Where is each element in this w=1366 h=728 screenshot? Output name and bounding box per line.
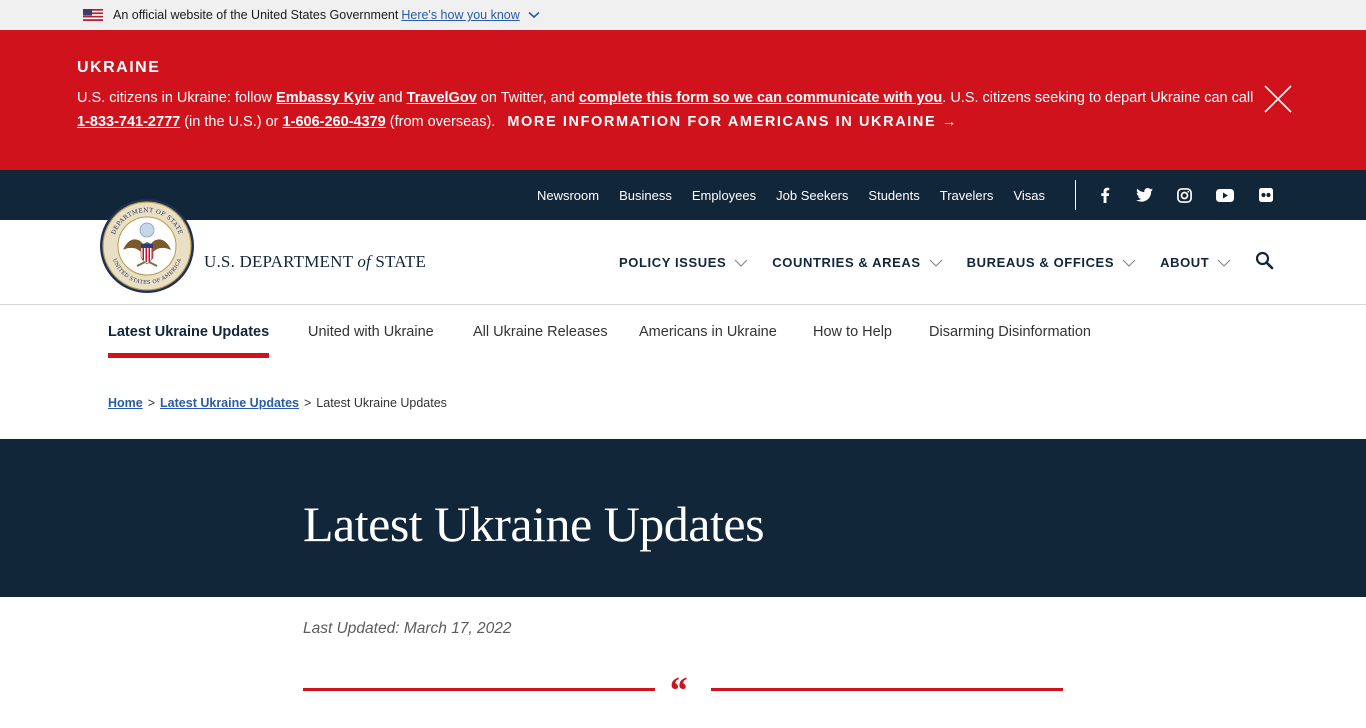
- us-flag-icon: [83, 9, 103, 21]
- alert-body: U.S. citizens in Ukraine: follow Embassy…: [77, 86, 1256, 134]
- alert-text: . U.S. citizens seeking to depart Ukrain…: [942, 90, 1254, 106]
- tab-all-ukraine-releases[interactable]: All Ukraine Releases: [473, 324, 608, 340]
- nav-label: BUREAUS & OFFICES: [966, 255, 1115, 270]
- tab-latest-ukraine-updates[interactable]: Latest Ukraine Updates: [108, 324, 270, 358]
- social-links: [1096, 170, 1275, 220]
- tab-americans-in-ukraine[interactable]: Americans in Ukraine: [639, 324, 777, 340]
- chevron-down-icon: [734, 259, 748, 267]
- tab-united-with-ukraine[interactable]: United with Ukraine: [308, 324, 434, 340]
- utility-nav: Newsroom Business Employees Job Seekers …: [537, 170, 1045, 220]
- close-icon[interactable]: [1263, 84, 1293, 114]
- quote-icon: “: [668, 670, 687, 712]
- nav-label: COUNTRIES & AREAS: [772, 255, 921, 270]
- gov-banner-text: An official website of the United States…: [113, 8, 399, 22]
- chevron-down-icon: [1122, 259, 1136, 267]
- utility-link-visas[interactable]: Visas: [1013, 188, 1045, 203]
- twitter-icon[interactable]: [1135, 186, 1153, 204]
- gov-banner: An official website of the United States…: [0, 0, 1366, 30]
- nav-about[interactable]: ABOUT: [1160, 255, 1231, 270]
- breadcrumb-separator: >: [147, 396, 156, 410]
- chevron-down-icon: [1217, 259, 1231, 267]
- phone-overseas-link[interactable]: 1-606-260-4379: [283, 114, 386, 130]
- chevron-down-icon: [929, 259, 943, 267]
- site-name-part: STATE: [370, 252, 427, 271]
- section-nav: Latest Ukraine Updates United with Ukrai…: [0, 305, 1366, 359]
- flickr-icon[interactable]: [1257, 186, 1275, 204]
- site-name-part: U.S. DEPARTMENT: [204, 252, 358, 271]
- nav-bureaus-offices[interactable]: BUREAUS & OFFICES: [967, 255, 1136, 270]
- utility-link-newsroom[interactable]: Newsroom: [537, 188, 599, 203]
- contact-form-link[interactable]: complete this form so we can communicate…: [579, 90, 942, 106]
- more-information-link[interactable]: MORE INFORMATION FOR AMERICANS IN UKRAIN…: [507, 114, 958, 130]
- main-nav: POLICY ISSUES COUNTRIES & AREAS BUREAUS …: [619, 220, 1255, 305]
- main-header: DEPARTMENT OF STATE UNITED STATES OF AME…: [0, 199, 1366, 305]
- alert-text: on Twitter, and: [476, 90, 579, 106]
- breadcrumb-parent[interactable]: Latest Ukraine Updates: [160, 396, 299, 410]
- utility-link-employees[interactable]: Employees: [692, 188, 756, 203]
- facebook-icon[interactable]: [1096, 186, 1114, 204]
- heres-how-you-know-link[interactable]: Here's how you know: [401, 8, 519, 22]
- phone-us-link[interactable]: 1-833-741-2777: [77, 114, 180, 130]
- alert-text: (in the U.S.) or: [180, 114, 283, 130]
- breadcrumb-separator: >: [303, 396, 312, 410]
- nav-label: ABOUT: [1160, 255, 1210, 270]
- page-title: Latest Ukraine Updates: [303, 496, 765, 552]
- site-name-of: of: [357, 252, 371, 271]
- alert-text: (from overseas).: [385, 114, 496, 130]
- search-icon[interactable]: [1255, 251, 1275, 271]
- utility-link-students[interactable]: Students: [868, 188, 919, 203]
- travelgov-link[interactable]: TravelGov: [407, 90, 477, 106]
- department-seal-icon[interactable]: DEPARTMENT OF STATE UNITED STATES OF AME…: [99, 198, 195, 294]
- chevron-down-icon[interactable]: [528, 11, 540, 19]
- alert-title: UKRAINE: [77, 59, 161, 76]
- breadcrumb-home[interactable]: Home: [108, 396, 143, 410]
- nav-countries-areas[interactable]: COUNTRIES & AREAS: [772, 255, 943, 270]
- instagram-icon[interactable]: [1175, 186, 1193, 204]
- utility-bar: Newsroom Business Employees Job Seekers …: [0, 170, 1366, 220]
- utility-divider: [1075, 180, 1076, 210]
- embassy-kyiv-link[interactable]: Embassy Kyiv: [276, 90, 374, 106]
- site-name[interactable]: U.S. DEPARTMENT of STATE: [204, 252, 426, 272]
- alert-text: and: [374, 90, 407, 106]
- youtube-icon[interactable]: [1216, 186, 1234, 204]
- tab-how-to-help[interactable]: How to Help: [813, 324, 892, 340]
- page-hero: Latest Ukraine Updates: [0, 439, 1366, 597]
- alert-text: U.S. citizens in Ukraine: follow: [77, 90, 277, 106]
- last-updated: Last Updated: March 17, 2022: [303, 620, 512, 637]
- nav-policy-issues[interactable]: POLICY ISSUES: [619, 255, 748, 270]
- tab-disarming-disinformation[interactable]: Disarming Disinformation: [929, 324, 1091, 340]
- utility-link-business[interactable]: Business: [619, 188, 672, 203]
- breadcrumb-current: Latest Ukraine Updates: [316, 396, 447, 410]
- utility-link-job-seekers[interactable]: Job Seekers: [776, 188, 848, 203]
- breadcrumb: Home > Latest Ukraine Updates > Latest Ukrai…: [0, 359, 1366, 439]
- nav-label: POLICY ISSUES: [619, 255, 727, 270]
- ukraine-alert: UKRAINE U.S. citizens in Ukraine: follow…: [0, 30, 1366, 170]
- quote-divider-left: [303, 688, 655, 691]
- utility-link-travelers[interactable]: Travelers: [940, 188, 994, 203]
- quote-divider-right: [711, 688, 1063, 691]
